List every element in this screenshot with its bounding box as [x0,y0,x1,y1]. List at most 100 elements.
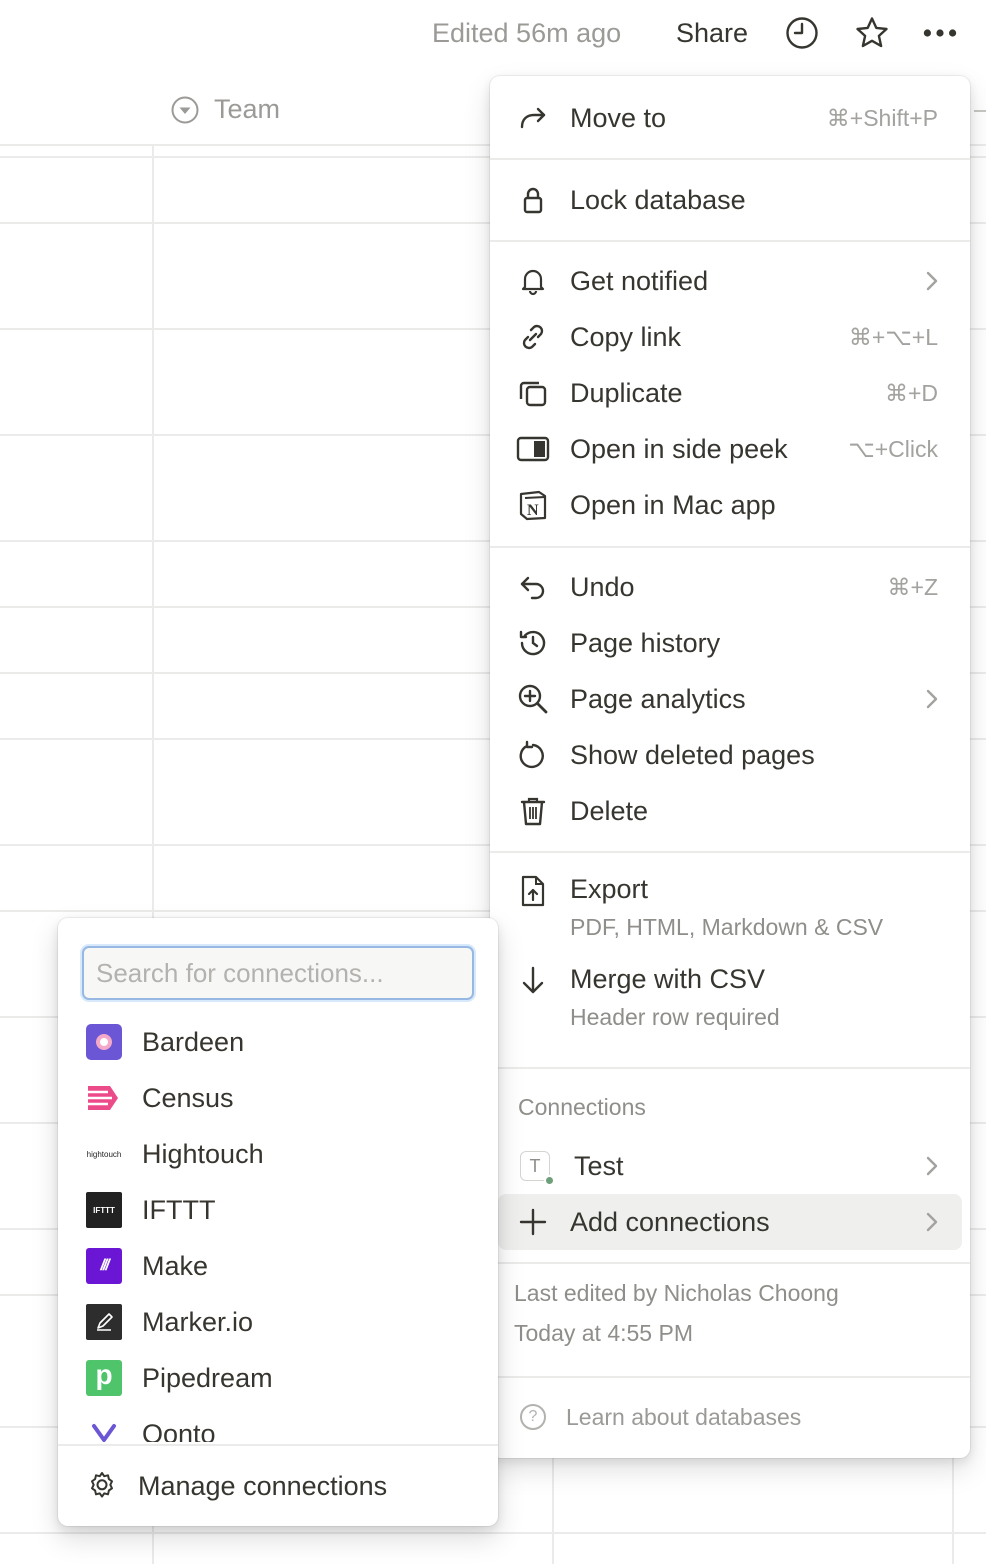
add-column-icon[interactable] [974,110,986,112]
column-divider [552,1440,554,1564]
column-header-label: Team [214,94,281,124]
connection-label: Marker.io [142,1306,254,1337]
ifttt-logo: IFTTT [86,1192,122,1228]
shortcut-hint: ⌘+Z [887,573,938,600]
menu-item-delete[interactable]: Delete [490,783,970,839]
duplicate-icon [516,376,550,410]
chevron-right-icon [926,1212,938,1232]
menu-item-label: Add connections [570,1206,770,1237]
connections-section-title: Connections [518,1094,646,1120]
menu-divider [490,1376,970,1378]
menu-item-label: Show deleted pages [570,739,815,770]
menu-item-label: Copy link [570,321,682,352]
menu-item-export[interactable]: Export PDF, HTML, Markdown & CSV [490,874,970,954]
export-file-icon [516,874,550,908]
connection-badge: T [518,1149,555,1186]
menu-item-page-analytics[interactable]: Page analytics [490,671,970,727]
menu-item-add-connections[interactable]: Add connections [490,1194,970,1250]
last-edited-by: Last edited by Nicholas Choong [514,1280,839,1306]
trash-icon [516,794,550,828]
menu-item-open-side-peek[interactable]: Open in side peek ⌥+Click [490,421,970,477]
menu-divider [490,546,970,548]
menu-item-label: Merge with CSV [570,964,766,994]
menu-item-copy-link[interactable]: Copy link ⌘+⌥+L [490,309,970,365]
share-button[interactable]: Share [676,18,748,49]
column-header-team[interactable]: Team [170,94,280,125]
page-options-menu: Move to ⌘+Shift+P Lock database Get noti… [490,76,970,1458]
manage-connections-button[interactable]: Manage connections [58,1458,498,1514]
search-connections-input[interactable] [82,946,474,1000]
menu-item-get-notified[interactable]: Get notified [490,253,970,309]
arrow-down-icon [516,964,550,998]
history-icon [516,626,550,660]
shortcut-hint: ⌘+D [884,379,938,406]
pipedream-logo: p [86,1360,122,1396]
menu-item-label: Get notified [570,265,709,296]
menu-item-label: Undo [570,571,635,602]
scroll-clip: Qonto [58,1398,498,1442]
menu-item-undo[interactable]: Undo ⌘+Z [490,559,970,615]
svg-text:N: N [527,502,539,519]
menu-item-label: Duplicate [570,377,683,408]
learn-databases-link[interactable]: ? Learn about databases [490,1392,970,1442]
connection-label: Hightouch [142,1138,264,1169]
chevron-right-icon [926,271,938,291]
menu-item-label: Delete [570,795,649,826]
connection-option-qonto[interactable]: Qonto [58,1406,498,1442]
make-logo: /// [86,1248,122,1284]
bell-icon [516,264,550,298]
connection-option-bardeen[interactable]: Bardeen [58,1014,498,1070]
gear-icon [84,1468,120,1504]
menu-item-move-to[interactable]: Move to ⌘+Shift+P [490,90,970,146]
link-icon [516,320,550,354]
connection-option-ifttt[interactable]: IFTTT IFTTT [58,1182,498,1238]
clock-icon[interactable] [784,14,820,52]
connection-option-census[interactable]: Census [58,1070,498,1126]
census-logo [86,1080,122,1116]
menu-item-description: PDF, HTML, Markdown & CSV [570,914,884,940]
chevron-right-icon [926,689,938,709]
chevron-right-icon [926,1156,938,1176]
connection-option-make[interactable]: /// Make [58,1238,498,1294]
bardeen-logo [86,1024,122,1060]
add-connections-submenu: Bardeen Census hightouch Hightouch IFTTT… [58,918,498,1526]
help-icon: ? [520,1404,546,1430]
plus-icon [516,1205,550,1239]
connection-option-hightouch[interactable]: hightouch Hightouch [58,1126,498,1182]
menu-item-lock-database[interactable]: Lock database [490,172,970,228]
more-icon[interactable] [922,14,958,52]
manage-connections-label: Manage connections [138,1470,388,1501]
row-divider [0,1532,986,1534]
menu-item-open-mac-app[interactable]: N Open in Mac app [490,477,970,533]
menu-divider [490,240,970,242]
menu-item-show-deleted-pages[interactable]: Show deleted pages [490,727,970,783]
shortcut-hint: ⌘+Shift+P [826,104,938,131]
menu-item-label: Page history [570,627,721,658]
menu-item-label: Lock database [570,184,746,215]
menu-item-description: Header row required [570,1004,780,1030]
menu-item-label: Page analytics [570,683,746,714]
menu-item-label: Export [570,874,649,904]
connection-label: Make [142,1250,209,1281]
analytics-zoom-icon [516,682,550,716]
menu-item-label: Open in Mac app [570,489,776,520]
menu-item-merge-with-csv[interactable]: Merge with CSV Header row required [490,964,970,1044]
undo-icon [516,570,550,604]
hightouch-logo: hightouch [86,1149,122,1159]
menu-item-label: Open in side peek [570,433,788,464]
connection-label: Qonto [142,1418,216,1443]
connection-label: IFTTT [142,1194,216,1225]
star-icon[interactable] [854,14,890,52]
edited-timestamp: Edited 56m ago [432,18,622,48]
learn-link-label: Learn about databases [566,1404,802,1430]
column-divider [952,1440,954,1564]
connection-label: Pipedream [142,1362,273,1393]
shortcut-hint: ⌥+Click [848,435,938,462]
menu-item-duplicate[interactable]: Duplicate ⌘+D [490,365,970,421]
menu-divider [490,1067,970,1069]
menu-item-page-history[interactable]: Page history [490,615,970,671]
connection-option-markerio[interactable]: Marker.io [58,1294,498,1350]
connection-item-test[interactable]: T Test [490,1138,970,1194]
shortcut-hint: ⌘+⌥+L [848,323,938,350]
arrow-turn-icon [516,101,550,135]
